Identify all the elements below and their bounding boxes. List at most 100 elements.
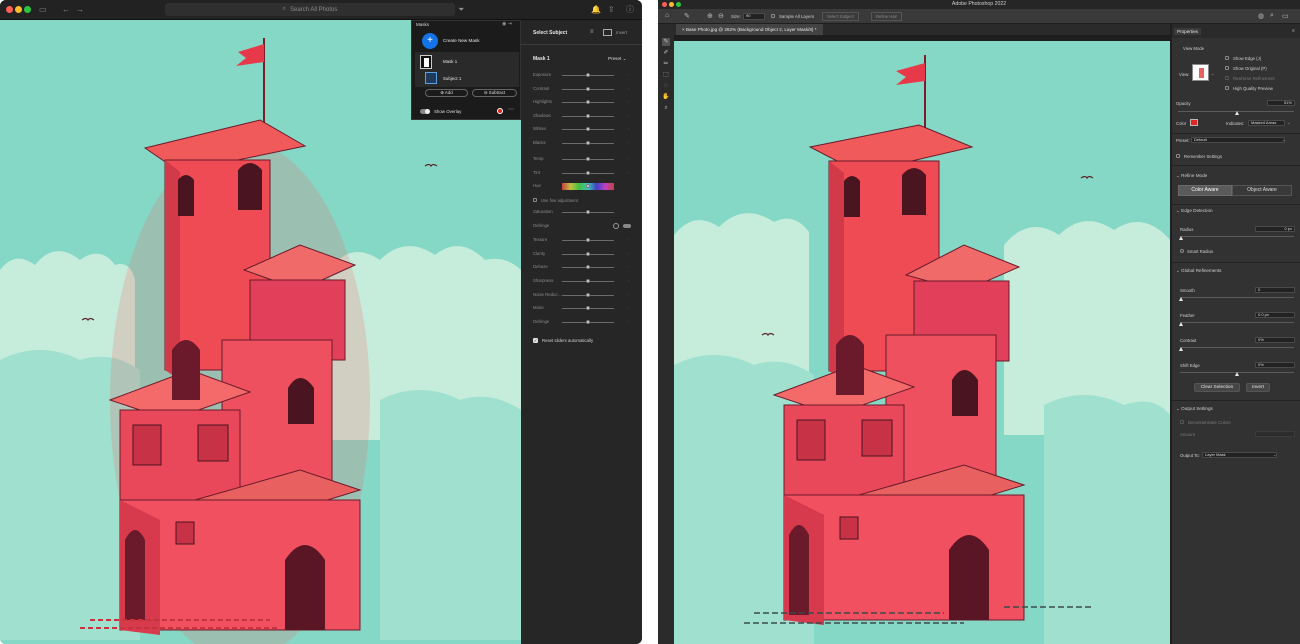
refine-hair-button[interactable]: Refine Hair (871, 12, 902, 21)
feather-field[interactable]: 0.0 px (1255, 312, 1295, 318)
sidebar-toggle-icon[interactable]: ▭ (39, 4, 47, 15)
object-selection-icon[interactable]: ⬚ (662, 71, 670, 79)
document-tab[interactable]: × Base Photo.jpg @ 282% (Background Obje… (676, 24, 823, 35)
view-mode-thumbnail[interactable] (1192, 64, 1209, 81)
visibility-icon[interactable]: ◉ ⇥ (502, 21, 512, 27)
shift-edge-slider-handle[interactable] (1235, 372, 1239, 376)
properties-tab[interactable]: Properties (1174, 28, 1201, 35)
radius-slider-handle[interactable] (1179, 236, 1183, 240)
preset-dropdown[interactable]: Default (1191, 137, 1285, 143)
zoom-window-button[interactable] (24, 6, 31, 13)
subtract-from-selection-icon[interactable]: ⊖ (718, 12, 724, 20)
smooth-slider-handle[interactable] (1179, 297, 1183, 301)
panel-menu-icon[interactable]: ≡ (1292, 28, 1295, 34)
hue-knob[interactable] (586, 184, 590, 188)
slider-sharpness[interactable]: Sharpness ◦ (533, 278, 637, 286)
slider-knob[interactable] (586, 251, 590, 256)
saturation-slider[interactable]: Saturation (533, 209, 637, 217)
reset-checkbox[interactable]: ✓ (533, 338, 538, 343)
show-original-checkbox[interactable] (1225, 66, 1229, 70)
workspace-icon[interactable]: ▭ (1282, 12, 1289, 20)
lasso-tool-icon[interactable]: ◌ (662, 82, 670, 90)
create-new-mask-button[interactable]: Create New Mask (443, 38, 480, 43)
slider-temp[interactable]: Temp ◦ (533, 156, 637, 164)
select-subject-button[interactable]: Select Subject (822, 12, 859, 21)
notifications-icon[interactable]: 🔔 (591, 4, 601, 15)
hand-tool-icon[interactable]: ✋ (662, 93, 670, 101)
help-icon[interactable]: ⓘ (626, 4, 634, 15)
slider-texture[interactable]: Texture ◦ (533, 237, 637, 245)
overlay-color-swatch[interactable] (1190, 119, 1198, 126)
filter-icon[interactable]: ⏷ (458, 4, 464, 15)
share-icon[interactable]: ⇪ (608, 4, 615, 15)
show-edge-checkbox[interactable] (1225, 56, 1229, 60)
subtract-button[interactable]: ⊖ Subtract (472, 89, 517, 97)
slider-reset-icon[interactable]: ◦ (628, 319, 629, 324)
slider-knob[interactable] (586, 292, 590, 297)
global-refinements-section[interactable]: ⌄ Global Refinements (1176, 268, 1221, 274)
slider-knob[interactable] (586, 306, 590, 310)
chevron-down-icon[interactable]: ⌄ (1282, 137, 1285, 142)
slider-knob[interactable] (586, 265, 590, 269)
sample-all-layers-checkbox[interactable] (771, 14, 775, 18)
shift-edge-field[interactable]: 0% (1255, 362, 1295, 368)
mask-thumbnail[interactable] (420, 55, 432, 69)
contrast-field[interactable]: 0% (1255, 337, 1295, 343)
slider-reset-icon[interactable]: ◦ (628, 156, 629, 161)
slider-noise-reduc[interactable]: Noise Reduc... ◦ (533, 292, 637, 300)
slider-reset-icon[interactable]: ◦ (628, 72, 629, 77)
quick-selection-tool-icon[interactable]: ✎ (662, 38, 670, 46)
slider-knob[interactable] (586, 238, 590, 242)
preset-dropdown[interactable]: Preset ⌄ (608, 56, 626, 62)
slider-reset-icon[interactable]: ◦ (628, 278, 629, 283)
slider-blacks[interactable]: Blacks ◦ (533, 140, 637, 148)
slider-reset-icon[interactable]: ◦ (628, 292, 629, 297)
size-field[interactable]: 90 (743, 13, 765, 20)
slider-knob[interactable] (586, 279, 590, 283)
slider-contrast[interactable]: Contrast ◦ (533, 86, 637, 94)
slider-knob[interactable] (586, 73, 590, 77)
close-window-button[interactable] (6, 6, 13, 13)
show-overlay-toggle[interactable] (420, 109, 430, 114)
slider-reset-icon[interactable]: ◦ (628, 113, 629, 118)
slider-knob[interactable] (586, 86, 590, 91)
forward-arrow-icon[interactable]: → (76, 4, 84, 15)
clear-selection-button[interactable]: Clear Selection (1194, 383, 1240, 392)
subject-name[interactable]: Subject 1 (443, 76, 461, 81)
smooth-field[interactable]: 0 (1255, 287, 1295, 293)
mask-name[interactable]: Mask 1 (443, 59, 457, 64)
contrast-slider-handle[interactable] (1179, 347, 1183, 351)
opacity-field[interactable]: 51% (1267, 100, 1295, 106)
list-icon[interactable]: ≡ (590, 29, 594, 35)
overlay-color-swatch[interactable] (497, 108, 503, 114)
add-to-selection-icon[interactable]: ⊕ (707, 12, 713, 20)
slider-exposure[interactable]: Exposure ◦ (533, 72, 637, 80)
object-aware-button[interactable]: Object Aware (1232, 185, 1292, 196)
close-window-button[interactable] (662, 2, 667, 7)
slider-reset-icon[interactable]: ◦ (628, 126, 629, 131)
zoom-window-button[interactable] (676, 2, 681, 7)
remember-settings-checkbox[interactable] (1176, 154, 1180, 158)
slider-tint[interactable]: Tint ◦ (533, 170, 637, 178)
indicates-dropdown[interactable]: Masked Areas (1248, 120, 1285, 126)
output-settings-section[interactable]: ⌄ Output Settings (1176, 406, 1213, 412)
slider-reset-icon[interactable]: ◦ (628, 99, 629, 104)
search-icon[interactable]: ⌕ (1270, 12, 1274, 20)
slider-defringe[interactable]: Defringe ◦ (533, 319, 637, 327)
slider-knob[interactable] (586, 319, 590, 324)
opacity-slider-handle[interactable] (1235, 111, 1240, 115)
slider-reset-icon[interactable]: ◦ (628, 170, 629, 175)
fine-adjustment-checkbox[interactable] (533, 198, 537, 202)
slider-knob[interactable] (586, 113, 590, 118)
edge-detection-section[interactable]: ⌄ Edge Detection (1176, 208, 1213, 214)
refine-edge-brush-icon[interactable]: ✐ (662, 49, 670, 57)
add-button[interactable]: ⊕ Add (425, 89, 468, 97)
slider-knob[interactable] (586, 157, 590, 161)
defringe-toggle[interactable] (623, 224, 631, 228)
slider-reset-icon[interactable]: ◦ (628, 86, 629, 91)
slider-whites[interactable]: Whites ◦ (533, 126, 637, 134)
high-quality-preview-checkbox[interactable] (1225, 86, 1229, 90)
invert-label[interactable]: Invert (616, 30, 627, 35)
eyedropper-circle-icon[interactable] (613, 223, 619, 229)
radius-field[interactable]: 0 px (1255, 226, 1295, 232)
